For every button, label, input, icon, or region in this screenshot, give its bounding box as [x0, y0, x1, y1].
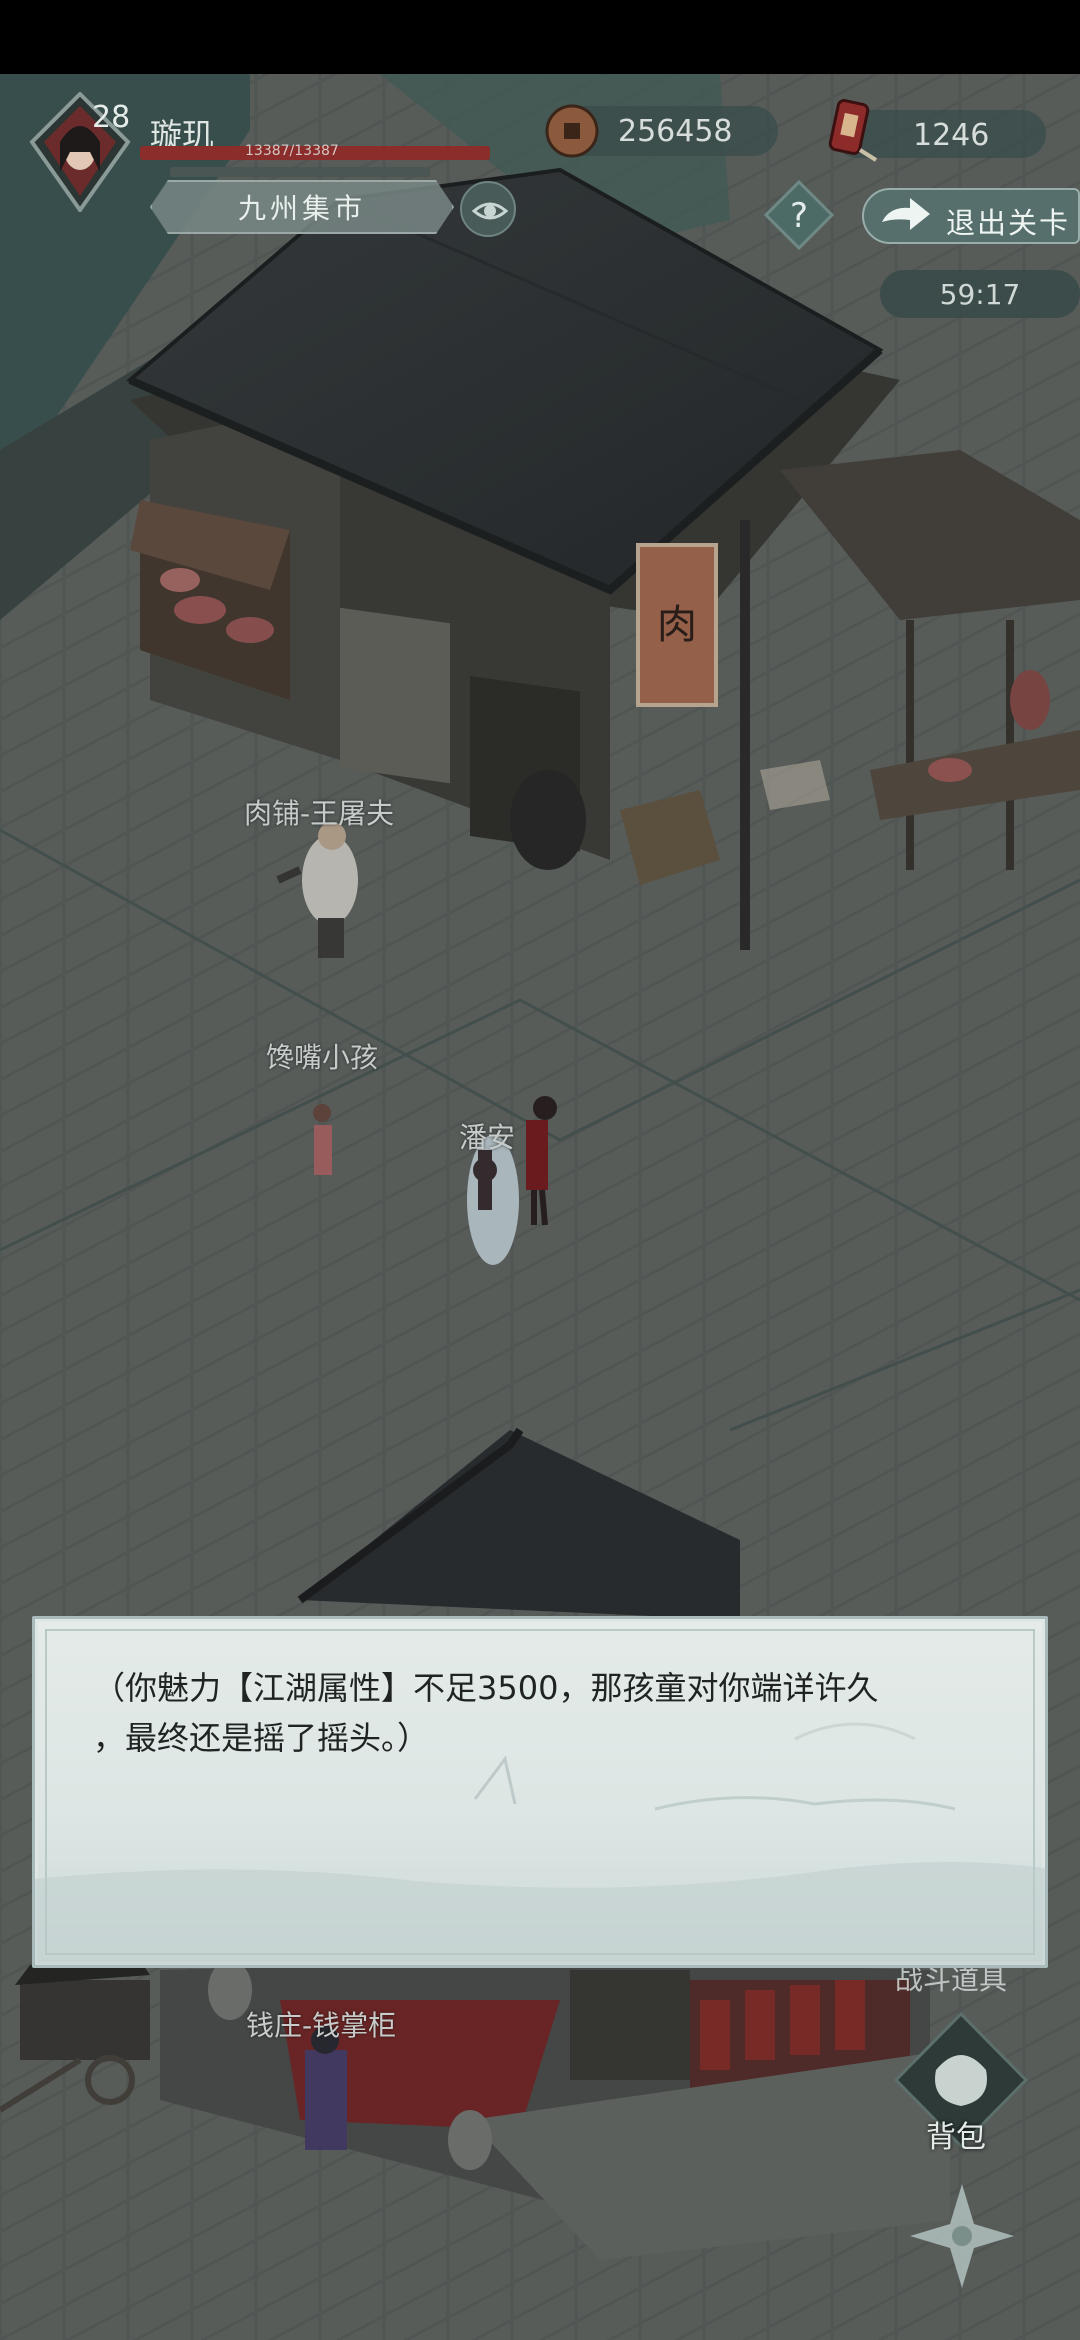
- help-button[interactable]: ?: [763, 179, 835, 251]
- dialog-text-line-2: ，最终还是摇了摇头。）: [93, 1719, 430, 1757]
- arrow-right-icon: [882, 198, 930, 230]
- npc-label-panan[interactable]: 潘安: [459, 1116, 515, 1156]
- npc-label-child[interactable]: 馋嘴小孩: [266, 1036, 378, 1076]
- dialog-box[interactable]: （你魅力【江湖属性】不足3500，那孩童对你端详许久 ，最终还是摇了摇头。）: [32, 1616, 1048, 1968]
- bag-label: 背包: [926, 2120, 986, 2155]
- dialog-text-line-1: （你魅力【江湖属性】不足3500，那孩童对你端详许久: [93, 1669, 879, 1707]
- copper-coin-icon: [544, 103, 600, 159]
- npc-label-butcher[interactable]: 肉铺-王屠夫: [244, 792, 394, 832]
- player-level: 28: [92, 100, 131, 135]
- npc-label-banker[interactable]: 钱庄-钱掌柜: [246, 2004, 396, 2044]
- eye-icon: [471, 202, 509, 220]
- tokens-value: 1246: [913, 118, 990, 153]
- status-bar: [0, 0, 1080, 74]
- exit-level-label: 退出关卡: [946, 206, 1071, 240]
- token-pouch-icon: [820, 96, 880, 166]
- exp-bar: [170, 167, 430, 177]
- level-timer: 59:17: [880, 270, 1080, 318]
- location-name: 九州集市: [150, 180, 454, 234]
- shuriken-icon: [910, 2184, 1014, 2288]
- skill-shuriken-button[interactable]: [906, 2180, 1018, 2292]
- hp-text: 13387/13387: [245, 143, 339, 159]
- coins-value: 256458: [618, 114, 733, 149]
- dialog-text: （你魅力【江湖属性】不足3500，那孩童对你端详许久 ，最终还是摇了摇头。）: [93, 1663, 1013, 1763]
- view-toggle-button[interactable]: [460, 181, 516, 237]
- question-icon: ?: [790, 196, 808, 236]
